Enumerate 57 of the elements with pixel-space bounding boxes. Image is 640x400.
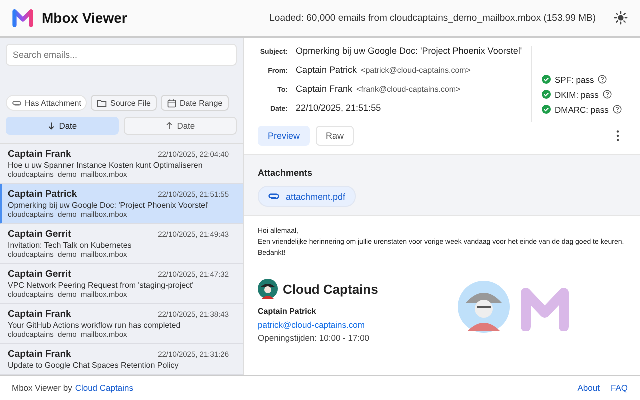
check-circle-icon (542, 105, 551, 114)
field-value: 22/10/2025, 21:51:55 (296, 103, 382, 113)
field-value: Captain Frank (296, 84, 353, 94)
calendar-icon (166, 98, 177, 108)
theme-toggle-icon[interactable] (614, 11, 628, 25)
footer-link[interactable]: About (578, 383, 600, 393)
sender-name: Captain Frank (8, 149, 72, 160)
attachments-heading: Attachments (258, 168, 314, 178)
email-subject: Hoe u uw Spanner Instance Kosten kunt Optimaliseren (8, 161, 204, 170)
footer-link[interactable]: FAQ (610, 383, 628, 393)
view-tab[interactable]: Preview (258, 126, 310, 146)
email-address: <patrick@cloud-captains.com> (361, 66, 471, 75)
email-subject: VPC Network Peering Request from 'staging-project' (8, 281, 195, 290)
filter-chip[interactable]: Has Attachment (6, 95, 88, 111)
company-name: Cloud Captains (283, 282, 378, 296)
app-title: Mbox Viewer (42, 10, 128, 26)
email-subject: Opmerking bij uw Google Doc: 'Project Phoenix Voorstel' (8, 201, 210, 210)
opening-hours: Openingstijden: 10:00 - 17:00 (258, 333, 371, 343)
arrow-down-icon (48, 122, 55, 130)
auth-result: DMARC: pass (555, 104, 609, 114)
arrow-up-icon (166, 122, 173, 130)
sender-name: Captain Frank (8, 349, 72, 360)
footer-credit: Mbox Viewer by (12, 383, 72, 393)
folder-icon (97, 98, 108, 108)
sort-button[interactable]: Date (124, 117, 237, 135)
search-field[interactable]: Search emails... (6, 44, 237, 66)
email-subject: Your GitHub Actions workflow run has completed (8, 321, 182, 330)
field-value: Opmerking bij uw Google Doc: 'Project Phoenix Voorstel' (296, 46, 522, 56)
more-options-icon[interactable] (616, 130, 620, 142)
email-subject: Update to Google Chat Spaces Retention Policy (8, 361, 180, 370)
filter-chip[interactable]: Date Range (160, 95, 229, 111)
check-circle-icon (542, 90, 551, 99)
sort-button[interactable]: Date (6, 117, 119, 135)
sender-name: Captain Patrick (8, 189, 78, 200)
load-status: Loaded: 60,000 emails from cloudcaptains_demo_mailbox.mbox (153.99 MB) (270, 12, 596, 24)
help-icon[interactable] (612, 105, 622, 114)
filter-chip[interactable]: Source File (91, 95, 157, 111)
pirate-illustration-drawing (458, 281, 510, 333)
help-icon[interactable] (598, 75, 608, 84)
signature-name: Captain Patrick (258, 307, 318, 316)
email-subject: Invitation: Tech Talk on Kubernetes (8, 241, 133, 250)
sender-name: Captain Frank (8, 309, 72, 320)
faded-m-logo-drawing (520, 287, 570, 331)
check-circle-icon (542, 75, 551, 84)
help-icon[interactable] (602, 90, 612, 99)
auth-result: DKIM: pass (555, 90, 599, 100)
app-logo-icon (12, 8, 34, 28)
email-address: <frank@cloud-captains.com> (356, 85, 461, 94)
auth-result: SPF: pass (555, 74, 594, 84)
field-value: Captain Patrick (296, 65, 358, 75)
sender-name: Captain Gerrit (8, 269, 72, 280)
credit-link[interactable]: Cloud Captains (75, 383, 134, 393)
sender-name: Captain Gerrit (8, 229, 72, 240)
signature-email-link[interactable]: patrick@cloud-captains.com (258, 320, 458, 330)
view-tab[interactable]: Raw (316, 126, 354, 146)
pirate-avatar-icon (258, 279, 278, 299)
attachment-chip[interactable]: attachment.pdf (258, 186, 356, 207)
